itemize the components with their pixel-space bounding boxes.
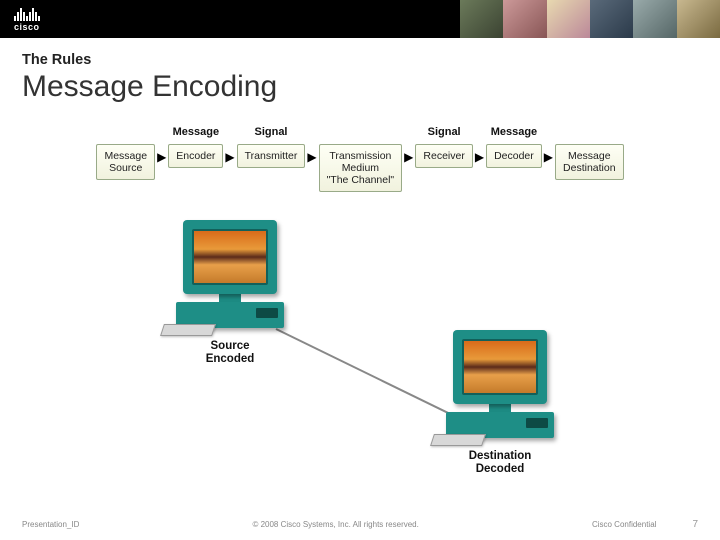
arrow-icon: ▶ xyxy=(404,150,413,164)
header-bar: cisco xyxy=(0,0,720,38)
tower-icon xyxy=(176,302,284,328)
slide-content: The Rules Message Encoding Message Sourc… xyxy=(0,38,720,490)
box-transmission-medium: Transmission Medium "The Channel" xyxy=(319,144,403,192)
box-message-source: Message Source xyxy=(96,144,155,180)
box-receiver: Receiver xyxy=(415,144,472,168)
encoding-chain: Message Source ▶ Message Encoder ▶ Signa… xyxy=(22,126,698,192)
header-signal-right: Signal xyxy=(428,126,461,140)
computer-source: Source Encoded xyxy=(170,220,290,366)
arrow-icon: ▶ xyxy=(544,150,553,164)
header-signal-left: Signal xyxy=(254,126,287,140)
decorative-people-strip xyxy=(460,0,720,38)
destination-decoded-label: Destination Decoded xyxy=(469,450,532,476)
monitor-icon xyxy=(453,330,547,404)
slide-title: Message Encoding xyxy=(22,70,698,104)
connection-line-icon xyxy=(276,328,462,420)
box-message-destination: Message Destination xyxy=(555,144,624,180)
box-encoder: Encoder xyxy=(168,144,223,168)
screen-image-icon xyxy=(462,339,538,395)
keyboard-icon xyxy=(430,434,486,446)
box-transmitter: Transmitter xyxy=(237,144,306,168)
brand-text: cisco xyxy=(14,22,40,32)
slide-subtitle: The Rules xyxy=(22,52,698,68)
header-message-left: Message xyxy=(173,126,219,140)
arrow-icon: ▶ xyxy=(157,150,166,164)
cisco-logo-bars-icon xyxy=(14,7,40,21)
cisco-logo: cisco xyxy=(14,7,40,32)
tower-icon xyxy=(446,412,554,438)
computer-destination: Destination Decoded xyxy=(440,330,560,476)
header-message-right: Message xyxy=(491,126,537,140)
source-encoded-label: Source Encoded xyxy=(206,340,255,366)
footer-presentation-id: Presentation_ID xyxy=(22,520,79,529)
arrow-icon: ▶ xyxy=(307,150,316,164)
footer-page-number: 7 xyxy=(692,519,698,530)
keyboard-icon xyxy=(160,324,216,336)
arrow-icon: ▶ xyxy=(225,150,234,164)
monitor-icon xyxy=(183,220,277,294)
slide-footer: Presentation_ID © 2008 Cisco Systems, In… xyxy=(0,519,720,530)
arrow-icon: ▶ xyxy=(475,150,484,164)
footer-confidential: Cisco Confidential xyxy=(592,520,656,529)
box-decoder: Decoder xyxy=(486,144,542,168)
footer-copyright: © 2008 Cisco Systems, Inc. All rights re… xyxy=(79,520,592,529)
computer-scene: Source Encoded Destination Decoded xyxy=(80,220,640,490)
screen-image-icon xyxy=(192,229,268,285)
